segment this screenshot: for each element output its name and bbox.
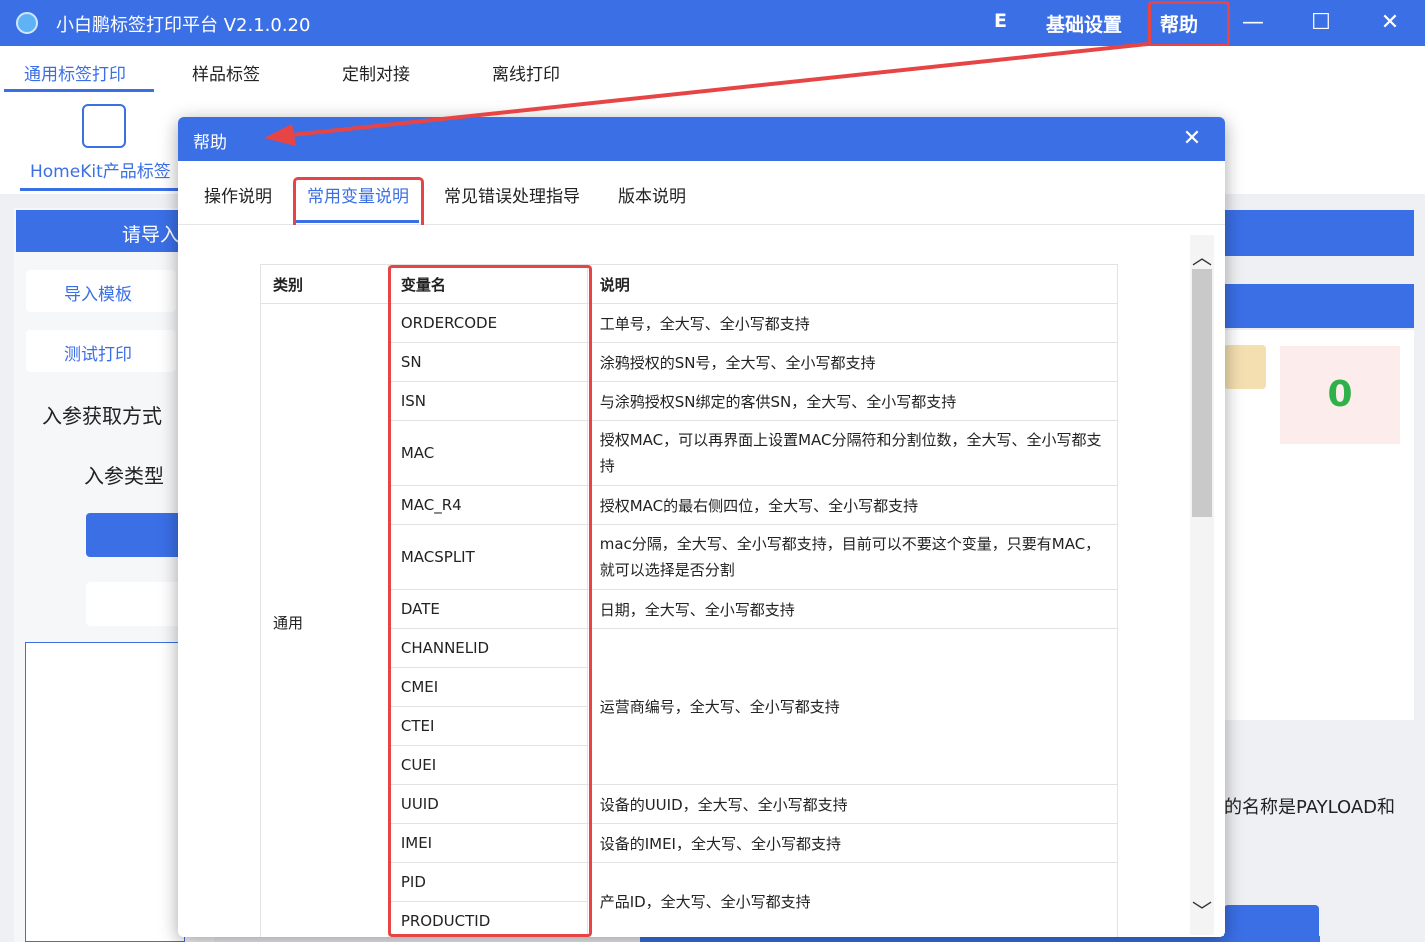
variable-name: CMEI — [387, 667, 588, 707]
variable-name: CUEI — [387, 745, 588, 785]
scroll-up-chevron-icon[interactable]: ︿ — [1190, 241, 1214, 269]
tab-sample-label[interactable]: 样品标签 — [192, 60, 260, 85]
table-header-row: 类别 变量名 说明 — [260, 264, 1119, 304]
main-tab-bar: 通用标签打印 样品标签 定制对接 离线打印 — [0, 46, 1425, 94]
tab-operation-guide[interactable]: 操作说明 — [204, 182, 272, 207]
minimize-button[interactable]: — — [1238, 8, 1268, 38]
table-row: CHANNELID 运营商编号，全大写、全小写都支持 — [261, 628, 1119, 785]
dialog-tab-bar: 操作说明 常用变量说明 常见错误处理指导 版本说明 — [178, 161, 1225, 235]
left-action-button[interactable] — [86, 513, 186, 557]
header-description: 说明 — [586, 264, 1119, 304]
variable-name: PID — [387, 862, 588, 902]
header-variable: 变量名 — [387, 264, 588, 304]
category-cell: 通用 — [260, 303, 389, 937]
table-row: SN 涂鸦授权的SN号，全大写、全小写都支持 — [261, 342, 1119, 382]
variable-name: PRODUCTID — [387, 901, 588, 937]
test-print-button[interactable]: 测试打印 — [26, 330, 176, 372]
table-row: ISN 与涂鸦授权SN绑定的客供SN，全大写、全小写都支持 — [261, 381, 1119, 421]
variable-name: DATE — [387, 589, 588, 629]
variable-name: UUID — [387, 784, 588, 824]
header-category: 类别 — [260, 264, 389, 304]
variable-desc: 与涂鸦授权SN绑定的客供SN，全大写、全小写都支持 — [586, 381, 1119, 421]
active-tab-underline — [4, 89, 154, 92]
close-window-button[interactable]: ✕ — [1375, 8, 1405, 38]
param-type-label: 入参类型 — [84, 464, 164, 488]
print-counter: 0 — [1327, 374, 1353, 415]
menu-e[interactable]: E — [994, 10, 1007, 32]
variable-desc: 日期，全大写、全小写都支持 — [586, 589, 1119, 629]
help-dialog: 帮助 ✕ 操作说明 常用变量说明 常见错误处理指导 版本说明 类别 变量名 说明… — [178, 117, 1225, 937]
table-row: 通用 ORDERCODE 工单号，全大写、全小写都支持 — [260, 303, 1119, 937]
status-tag — [1224, 345, 1266, 389]
dialog-title-bar: 帮助 ✕ — [178, 117, 1225, 161]
product-tab-underline — [20, 188, 180, 191]
variable-name: MACSPLIT — [387, 524, 588, 590]
right-panel-subheader — [1224, 284, 1414, 328]
menu-basic-settings[interactable]: 基础设置 — [1046, 10, 1122, 37]
right-panel-header — [1224, 210, 1414, 256]
tab-version-notes[interactable]: 版本说明 — [618, 182, 686, 207]
variable-name: CHANNELID — [387, 628, 588, 668]
variable-name: ISN — [387, 381, 588, 421]
product-desc: 产品ID，全大写、全小写都支持 — [586, 862, 1119, 937]
variable-desc: mac分隔，全大写、全小写都支持，目前可以不要这个变量，只要有MAC，就可以选择… — [586, 524, 1119, 590]
app-logo-icon — [16, 12, 38, 34]
table-row: IMEI 设备的IMEI，全大写、全小写都支持 — [261, 823, 1119, 863]
variable-name: MAC_R4 — [387, 485, 588, 525]
table-row: PID 产品ID，全大写、全小写都支持 — [261, 862, 1119, 937]
tab-general-label-print[interactable]: 通用标签打印 — [24, 60, 126, 85]
maximize-button[interactable]: ☐ — [1306, 8, 1336, 38]
payload-hint-text: 的名称是PAYLOAD和 — [1224, 797, 1396, 818]
table-row: UUID 设备的UUID，全大写、全小写都支持 — [261, 784, 1119, 824]
tab-error-handling[interactable]: 常见错误处理指导 — [444, 182, 580, 207]
left-input-box[interactable] — [86, 582, 186, 626]
variable-desc: 授权MAC，可以再界面上设置MAC分隔符和分割位数，全大写、全小写都支持 — [586, 420, 1119, 486]
variable-desc: 设备的UUID，全大写、全小写都支持 — [586, 784, 1119, 824]
app-title: 小白鹏标签打印平台 V2.1.0.20 — [56, 15, 311, 36]
dialog-title: 帮助 — [193, 133, 227, 153]
variable-desc: 工单号，全大写、全小写都支持 — [586, 303, 1119, 343]
table-row: MAC 授权MAC，可以再界面上设置MAC分隔符和分割位数，全大写、全小写都支持 — [261, 420, 1119, 486]
variable-desc: 授权MAC的最右侧四位，全大写、全小写都支持 — [586, 485, 1119, 525]
tab-custom-integration[interactable]: 定制对接 — [342, 60, 410, 85]
tab-offline-print[interactable]: 离线打印 — [492, 60, 560, 85]
variable-name: SN — [387, 342, 588, 382]
variables-table: 类别 变量名 说明 通用 ORDERCODE 工单号，全大写、全小写都支持 SN… — [260, 264, 1119, 937]
scroll-down-chevron-icon[interactable]: ﹀ — [1190, 895, 1214, 923]
param-source-label: 入参获取方式 — [42, 404, 162, 428]
table-row: MAC_R4 授权MAC的最右侧四位，全大写、全小写都支持 — [261, 485, 1119, 525]
left-panel-header-text: 请导入 — [122, 224, 180, 246]
variable-name: ORDERCODE — [387, 303, 588, 343]
carrier-desc: 运营商编号，全大写、全小写都支持 — [586, 628, 1119, 785]
import-template-button[interactable]: 导入模板 — [26, 270, 176, 312]
left-preview-box — [25, 642, 185, 942]
variable-name: MAC — [387, 420, 588, 486]
dialog-close-icon[interactable]: ✕ — [1178, 125, 1206, 153]
table-row: DATE 日期，全大写、全小写都支持 — [261, 589, 1119, 629]
variable-desc: 涂鸦授权的SN号，全大写、全小写都支持 — [586, 342, 1119, 382]
variable-name: IMEI — [387, 823, 588, 863]
title-bar: 小白鹏标签打印平台 V2.1.0.20 E 基础设置 帮助 — ☐ ✕ — [0, 0, 1425, 47]
variable-name: CTEI — [387, 706, 588, 746]
scrollbar-thumb[interactable] — [1192, 269, 1212, 517]
homekit-product-tab[interactable]: HomeKit产品标签 — [30, 157, 171, 182]
variable-desc: 设备的IMEI，全大写、全小写都支持 — [586, 823, 1119, 863]
help-highlight-box — [1148, 1, 1230, 47]
homekit-apple-icon[interactable] — [82, 104, 126, 148]
table-row: MACSPLIT mac分隔，全大写、全小写都支持，目前可以不要这个变量，只要有… — [261, 524, 1119, 590]
